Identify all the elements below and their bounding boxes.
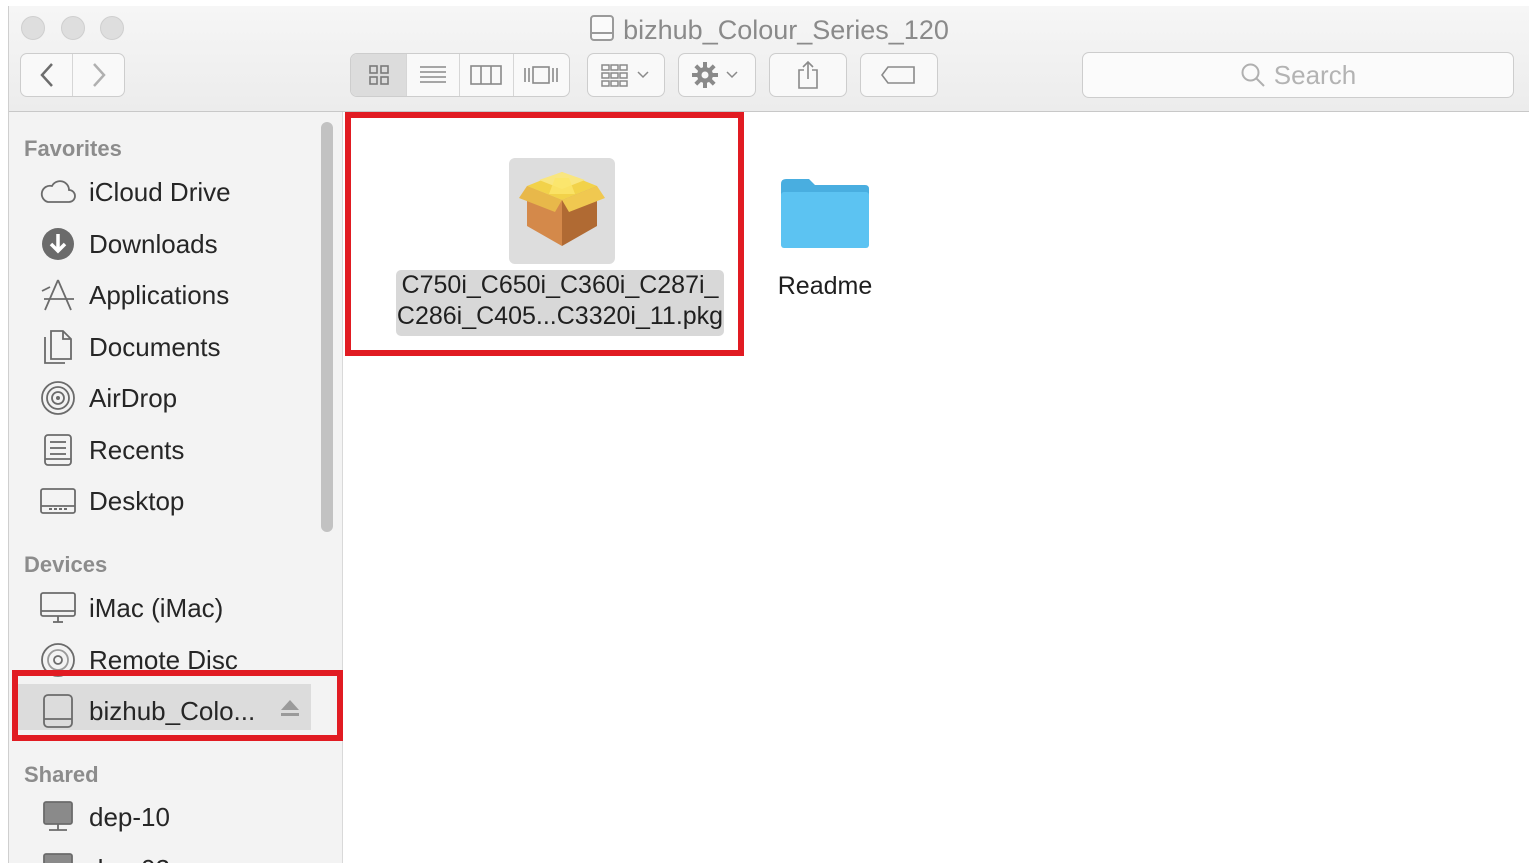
share-button[interactable] (769, 53, 847, 97)
sidebar-item-bizhub-volume[interactable]: bizhub_Colo... (39, 689, 255, 733)
back-button[interactable] (21, 54, 73, 96)
recents-icon (39, 431, 77, 469)
forward-button[interactable] (73, 54, 124, 96)
title-bar: bizhub_Colour_Series_120 Search (9, 6, 1529, 112)
sidebar-item-downloads[interactable]: Downloads (39, 222, 218, 266)
gear-icon (692, 62, 738, 88)
cover-flow-button[interactable] (514, 54, 569, 96)
sidebar-item-desktop[interactable]: Desktop (39, 479, 184, 523)
sidebar-item-remote-disc[interactable]: Remote Disc (39, 638, 238, 682)
icon-view-button[interactable] (351, 54, 408, 96)
search-icon (1241, 63, 1265, 87)
sidebar-item-airdrop[interactable]: AirDrop (39, 376, 177, 420)
list-view-icon (419, 66, 446, 83)
sidebar-item-label: Downloads (89, 228, 218, 259)
airdrop-icon (39, 379, 77, 417)
history-nav (20, 53, 125, 97)
eject-button[interactable] (279, 698, 301, 723)
sidebar-section-shared: Shared (24, 762, 99, 787)
eject-icon (281, 700, 299, 716)
icon-view-icon (368, 65, 389, 85)
arrange-button[interactable] (587, 53, 665, 97)
cover-flow-icon (524, 66, 559, 84)
sidebar-item-label: Remote Disc (89, 644, 238, 675)
column-view-icon (470, 65, 502, 85)
folder-icon (781, 179, 869, 248)
sidebar-item-dep-10[interactable]: dep-10 (39, 795, 170, 839)
sidebar-item-applications[interactable]: Applications (39, 273, 229, 317)
file-name-line-1: C750i_C650i_C360i_C287i_ (401, 271, 719, 299)
sidebar-section-devices: Devices (24, 552, 108, 577)
search-placeholder: Search (1273, 59, 1357, 90)
window-title-text: bizhub_Colour_Series_120 (623, 15, 949, 45)
sidebar-item-label: Recents (89, 434, 185, 465)
sidebar-scrollbar[interactable] (321, 122, 333, 532)
file-name-line-2: C286i_C405...C3320i_11.pkg (396, 302, 724, 330)
arrange-icon (601, 64, 649, 87)
list-view-button[interactable] (407, 54, 460, 96)
disc-icon (39, 641, 77, 679)
desktop-icon (39, 482, 77, 520)
documents-icon (39, 328, 77, 366)
window-title: bizhub_Colour_Series_120 (9, 14, 1529, 49)
imac-icon (39, 589, 77, 627)
sidebar-item-label: dep-02 (89, 854, 170, 863)
finder-window: bizhub_Colour_Series_120 Search Favorite… (8, 6, 1529, 863)
sidebar-item-label: iCloud Drive (89, 176, 231, 207)
sidebar: Favorites iCloud Drive Downloads Applica… (9, 112, 343, 863)
applications-icon (39, 276, 77, 314)
computer-icon (39, 850, 77, 863)
chevron-right-icon (92, 63, 106, 87)
tag-icon (881, 66, 915, 84)
sidebar-item-label: AirDrop (89, 382, 178, 413)
file-name-label: C750i_C650i_C360i_C287i_ C286i_C405...C3… (396, 270, 724, 336)
sidebar-item-recents[interactable]: Recents (39, 428, 184, 472)
drive-icon (39, 692, 77, 730)
download-icon (39, 225, 77, 263)
computer-icon (39, 798, 77, 836)
sidebar-item-label: bizhub_Colo... (89, 695, 256, 726)
sidebar-item-label: dep-10 (89, 801, 170, 832)
package-icon (509, 158, 615, 264)
sidebar-item-label: Applications (89, 279, 230, 310)
sidebar-item-dep-02[interactable]: dep-02 (39, 847, 170, 863)
view-mode-selector (350, 53, 570, 97)
tag-button[interactable] (860, 53, 938, 97)
sidebar-item-imac[interactable]: iMac (iMac) (39, 586, 223, 630)
sidebar-item-documents[interactable]: Documents (39, 325, 221, 369)
sidebar-item-icloud-drive[interactable]: iCloud Drive (39, 170, 231, 214)
action-menu-button[interactable] (678, 53, 756, 97)
sidebar-item-label: iMac (iMac) (89, 592, 224, 623)
sidebar-item-label: Documents (89, 331, 221, 362)
drive-icon (589, 14, 615, 49)
sidebar-item-label: Desktop (89, 485, 185, 516)
chevron-left-icon (39, 63, 53, 87)
cloud-icon (39, 173, 77, 211)
share-icon (798, 60, 818, 89)
search-field[interactable]: Search (1082, 52, 1514, 98)
column-view-button[interactable] (460, 54, 514, 96)
sidebar-section-favorites: Favorites (24, 136, 122, 161)
file-name-label: Readme (777, 272, 873, 300)
